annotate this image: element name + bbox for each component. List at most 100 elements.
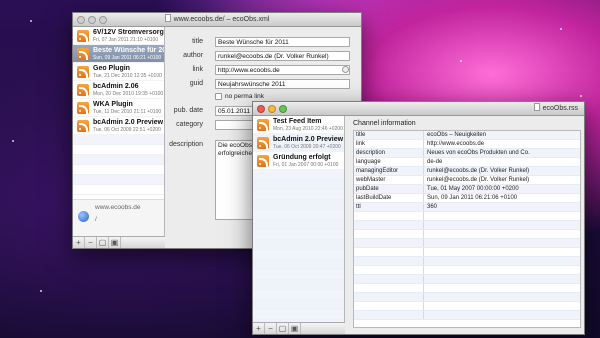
list-item[interactable]: bcAdmin 2.0 Preview Tue, 06 Oct 2009 20:… <box>253 134 344 152</box>
title-label: title <box>192 38 203 45</box>
empty-row <box>253 220 344 230</box>
rss-icon <box>77 48 89 60</box>
row-key <box>354 230 424 238</box>
row-value[interactable]: ecoObs – Neuigkeiten <box>424 131 486 139</box>
item-date: Mon, 20 Dec 2010 19:35 +0100 <box>93 91 164 97</box>
list-item[interactable]: Gründung erfolgt Fri, 01 Jan 2007 00:00 … <box>253 152 344 170</box>
close-button[interactable] <box>257 105 265 113</box>
empty-row <box>73 135 164 145</box>
item-date: Tue, 06 Oct 2009 22:51 +0200 <box>93 127 161 133</box>
empty-row <box>253 240 344 250</box>
list-item[interactable]: Test Feed Item Mon, 23 Aug 2010 22:46 +0… <box>253 116 344 134</box>
list-item[interactable]: bcAdmin 2.0 Preview Tue, 06 Oct 2009 22:… <box>73 117 164 135</box>
minimize-button[interactable] <box>268 105 276 113</box>
remove-button[interactable]: − <box>85 237 97 248</box>
star <box>560 28 562 30</box>
row-value[interactable]: runkel@ecoobs.de (Dr. Volker Runkel) <box>424 167 529 175</box>
rss-titlebar[interactable]: ecoObs.rss <box>253 102 584 116</box>
table-row[interactable]: language de-de <box>354 158 580 167</box>
description-label: description <box>169 141 203 148</box>
list-item[interactable]: bcAdmin 2.06 Mon, 20 Dec 2010 19:35 +010… <box>73 81 164 99</box>
category-label: category <box>176 121 203 128</box>
zoom-button[interactable] <box>279 105 287 113</box>
table-row[interactable]: webMaster runkel@ecoobs.de (Dr. Volker R… <box>354 176 580 185</box>
empty-row <box>253 270 344 280</box>
close-button[interactable] <box>77 16 85 24</box>
row-key <box>354 284 424 292</box>
site-link[interactable]: www.ecoobs.de <box>95 204 141 211</box>
author-field[interactable]: runkel@ecoobs.de (Dr. Volker Runkel) <box>215 51 350 61</box>
row-key: description <box>354 149 424 157</box>
empty-row <box>354 302 580 311</box>
list-item[interactable]: 6V/12V Stromversorgung Fri, 07 Jan 2011 … <box>73 27 164 45</box>
row-value[interactable]: http://www.ecoobs.de <box>424 140 484 148</box>
row-value[interactable]: runkel@ecoobs.de (Dr. Volker Runkel) <box>424 176 529 184</box>
list-item[interactable]: WKA Plugin Tue, 11 Dec 2010 21:11 +0100 <box>73 99 164 117</box>
rss-bottom-bar: + − ▢ ▣ <box>253 322 345 334</box>
open-button[interactable]: ▣ <box>109 237 121 248</box>
row-key <box>354 248 424 256</box>
row-key <box>354 257 424 265</box>
perma-link-label: no perma link <box>225 93 265 100</box>
empty-rows <box>73 135 164 195</box>
rss-icon <box>77 30 89 42</box>
add-button[interactable]: + <box>73 237 85 248</box>
open-button[interactable]: ▣ <box>289 323 301 334</box>
remove-button[interactable]: − <box>265 323 277 334</box>
row-key <box>354 311 424 319</box>
window-title: ecoObs.rss <box>542 105 578 112</box>
table-row[interactable]: managingEditor runkel@ecoobs.de (Dr. Vol… <box>354 167 580 176</box>
empty-row <box>354 239 580 248</box>
link-field[interactable]: http://www.ecoobs.de <box>215 65 350 75</box>
duplicate-button[interactable]: ▢ <box>97 237 109 248</box>
row-key <box>354 239 424 247</box>
row-value[interactable]: Sun, 09 Jan 2011 06:21:06 +0100 <box>424 194 517 202</box>
row-value[interactable]: Tue, 01 May 2007 00:00:00 +0200 <box>424 185 519 193</box>
table-row[interactable]: title ecoObs – Neuigkeiten <box>354 131 580 140</box>
row-key <box>354 293 424 301</box>
site-info: www.ecoobs.de / <box>73 199 164 237</box>
empty-row <box>354 221 580 230</box>
empty-row <box>73 165 164 175</box>
document-icon <box>533 103 540 111</box>
empty-row <box>253 170 344 180</box>
minimize-button[interactable] <box>88 16 96 24</box>
empty-row <box>354 266 580 275</box>
guid-field[interactable]: Neujahrswünsche 2011 <box>215 79 350 89</box>
table-row[interactable]: lastBuildDate Sun, 09 Jan 2011 06:21:06 … <box>354 194 580 203</box>
empty-row <box>253 260 344 270</box>
duplicate-button[interactable]: ▢ <box>277 323 289 334</box>
table-row[interactable]: link http://www.ecoobs.de <box>354 140 580 149</box>
row-value[interactable]: 360 <box>424 203 437 211</box>
empty-row <box>354 212 580 221</box>
list-item-selected[interactable]: Beste Wünsche für 2011 Sun, 09 Jan 2011 … <box>73 45 164 63</box>
list-item[interactable]: Geo Plugin Tue, 21 Dec 2010 12:35 +0100 <box>73 63 164 81</box>
empty-row <box>354 230 580 239</box>
item-date: Tue, 06 Oct 2009 20:47 +0200 <box>273 144 341 150</box>
rss-icon <box>77 102 89 114</box>
empty-row <box>73 155 164 165</box>
row-value[interactable]: de-de <box>424 158 442 166</box>
feed-item-list: Test Feed Item Mon, 23 Aug 2010 22:46 +0… <box>253 116 345 324</box>
empty-row <box>253 300 344 310</box>
rss-window: ecoObs.rss Test Feed Item Mon, 23 Aug 20… <box>252 101 585 335</box>
table-row[interactable]: pubDate Tue, 01 May 2007 00:00:00 +0200 <box>354 185 580 194</box>
table-row[interactable]: description Neues von ecoObs Produkten u… <box>354 149 580 158</box>
link-go-icon[interactable] <box>342 66 349 73</box>
perma-link-checkbox[interactable] <box>215 93 222 100</box>
row-key <box>354 275 424 283</box>
row-key <box>354 212 424 220</box>
row-value[interactable]: Neues von ecoObs Produkten und Co. <box>424 149 530 157</box>
empty-row <box>354 248 580 257</box>
row-key: title <box>354 131 424 139</box>
empty-row <box>253 180 344 190</box>
editor-titlebar[interactable]: www.ecoobs.de/ – ecoObs.xml <box>73 13 361 27</box>
guid-label: guid <box>189 80 203 87</box>
title-field[interactable]: Beste Wünsche für 2011 <box>215 37 350 47</box>
item-title: Test Feed Item <box>273 118 322 125</box>
document-icon <box>164 14 171 22</box>
link-label: link <box>192 66 203 73</box>
table-row[interactable]: ttl 360 <box>354 203 580 212</box>
add-button[interactable]: + <box>253 323 265 334</box>
zoom-button[interactable] <box>99 16 107 24</box>
